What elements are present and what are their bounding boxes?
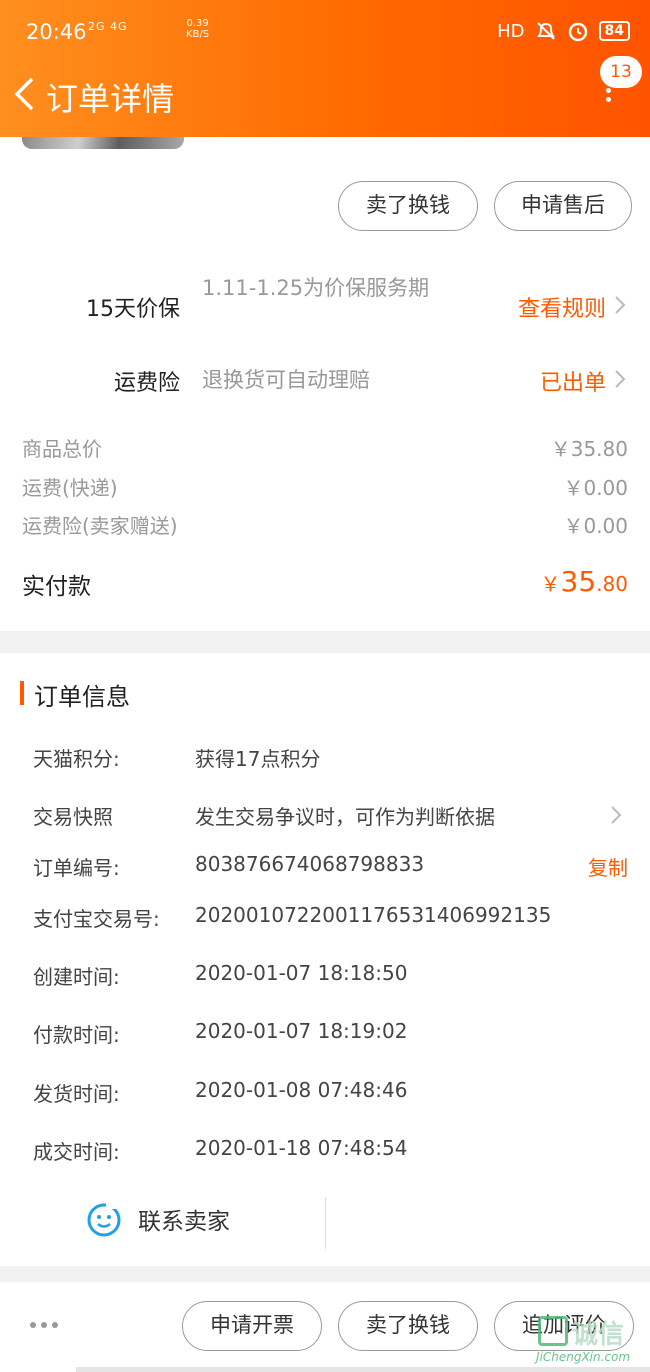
view-rules-link[interactable]: 查看规则 xyxy=(518,291,606,323)
service-desc: 1.11-1.25为价保服务期 xyxy=(202,276,430,300)
service-name: 运费险 xyxy=(113,371,180,396)
info-row-closed-time: 成交时间: 2020-01-18 07:48:54 xyxy=(33,1136,408,1164)
battery-icon: 84 xyxy=(598,21,630,41)
section-title: 订单信息 xyxy=(34,683,130,711)
product-thumbnail[interactable] xyxy=(22,137,184,149)
back-arrow-icon[interactable] xyxy=(12,76,38,112)
order-info-card: 订单信息 天猫积分: 获得17点积分 交易快照 发生交易争议时，可作为判断依据 … xyxy=(0,653,650,1266)
sell-for-cash-button[interactable]: 卖了换钱 xyxy=(338,181,478,231)
sell-for-cash-bottom-button[interactable]: 卖了换钱 xyxy=(338,1301,478,1351)
status-time: 20:46 xyxy=(26,20,87,44)
apply-invoice-button[interactable]: 申请开票 xyxy=(182,1301,322,1351)
service-desc: 退换货可自动理赔 xyxy=(202,368,370,392)
more-actions-icon[interactable] xyxy=(30,1322,58,1328)
contact-seller-label: 联系卖家 xyxy=(138,1209,230,1235)
chevron-right-icon xyxy=(615,296,626,314)
info-row-shipped-time: 发货时间: 2020-01-08 07:48:46 xyxy=(33,1078,408,1106)
issued-status-link[interactable]: 已出单 xyxy=(540,365,606,397)
info-row-created-time: 创建时间: 2020-01-07 18:18:50 xyxy=(33,961,408,989)
status-bar: 20:46 2G 4G 0.39 KB/S HD 84 xyxy=(26,18,630,48)
mute-icon xyxy=(536,22,555,40)
header: 20:46 2G 4G 0.39 KB/S HD 84 订单详情 13 xyxy=(0,0,650,137)
alarm-icon xyxy=(568,22,587,42)
price-row-shipping: 运费(快递) ￥0.00 xyxy=(22,476,628,500)
chevron-right-icon xyxy=(611,806,622,824)
signal-icon: 2G 4G xyxy=(88,20,128,33)
message-count-badge[interactable]: 13 xyxy=(600,56,642,88)
price-row-goods-total: 商品总价 ￥35.80 xyxy=(22,437,628,461)
shipping-insurance-row[interactable]: 运费险 退换货可自动理赔 已出单 xyxy=(0,363,650,399)
more-menu-icon[interactable] xyxy=(604,88,612,112)
network-speed: 0.39 KB/S xyxy=(186,18,210,40)
page-title: 订单详情 xyxy=(46,80,175,118)
chevron-right-icon xyxy=(615,370,626,388)
price-row-insurance: 运费险(卖家赠送) ￥0.00 xyxy=(22,514,628,538)
section-accent-bar xyxy=(20,681,24,705)
amount-paid-value: ￥35.80 xyxy=(540,565,628,598)
amount-paid-label: 实付款 xyxy=(22,574,91,600)
info-row-alipay-number: 支付宝交易号: 2020010722001176531406992135 xyxy=(33,903,552,931)
contact-seller-button[interactable]: 联系卖家 xyxy=(86,1201,230,1237)
info-row-snapshot[interactable]: 交易快照 发生交易争议时，可作为判断依据 xyxy=(0,801,650,835)
divider xyxy=(325,1197,326,1249)
info-row-order-number: 订单编号: 803876674068798833 复制 xyxy=(33,852,628,881)
service-name: 15天价保 xyxy=(86,297,180,322)
info-row-points: 天猫积分: 获得17点积分 xyxy=(33,747,321,771)
info-row-paid-time: 付款时间: 2020-01-07 18:19:02 xyxy=(33,1019,408,1047)
apply-after-sale-button[interactable]: 申请售后 xyxy=(494,181,632,231)
price-protection-row[interactable]: 15天价保 1.11-1.25为价保服务期 查看规则 xyxy=(0,271,650,341)
hd-indicator: HD xyxy=(497,20,525,42)
order-summary-card: 卖了换钱 申请售后 15天价保 1.11-1.25为价保服务期 查看规则 运费险… xyxy=(0,137,650,631)
watermark-logo: 诚信 JiChengXin.com xyxy=(528,1310,648,1368)
status-right: HD 84 xyxy=(497,20,630,42)
copy-order-number-button[interactable]: 复制 xyxy=(588,852,628,881)
chat-face-icon xyxy=(87,1203,121,1237)
